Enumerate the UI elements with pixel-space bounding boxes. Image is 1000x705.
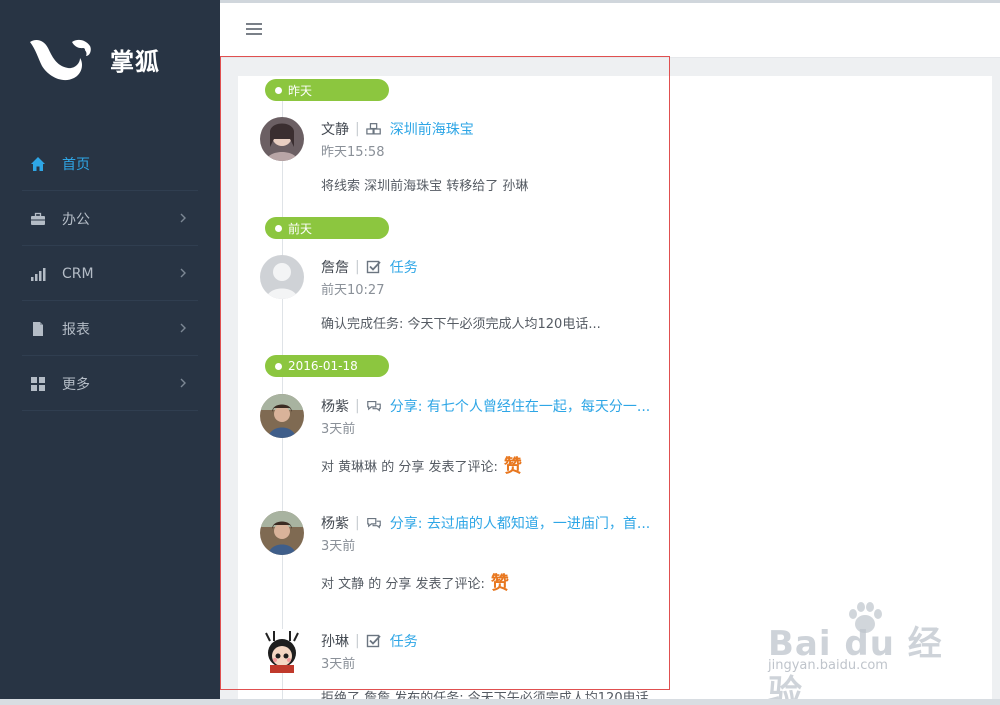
cubes-icon xyxy=(365,122,382,136)
avatar[interactable] xyxy=(260,117,304,161)
date-group-label: 昨天 xyxy=(265,79,389,101)
sidebar-nav: 首页 办公 CRM 报表 更多 xyxy=(0,136,220,411)
timeline-entry: 孙琳 | 任务 3天前 拒绝了 詹詹 发布的任务: 今天下午必须完成人均120电… xyxy=(260,629,680,699)
sidebar-item-label: 首页 xyxy=(62,156,90,173)
entry-description: 将线索 深圳前海珠宝 转移给了 孙琳 xyxy=(321,175,528,194)
sidebar-item-office[interactable]: 办公 xyxy=(0,191,220,246)
sidebar: 掌狐 首页 办公 CRM 报表 更多 xyxy=(0,0,220,705)
date-text: 2016-01-18 xyxy=(288,359,358,373)
user-name[interactable]: 杨紫 xyxy=(321,513,349,533)
avatar[interactable] xyxy=(260,255,304,299)
entry-header: 文静 | 深圳前海珠宝 xyxy=(321,119,474,139)
entry-time: 前天10:27 xyxy=(321,283,385,298)
entry-subject-link[interactable]: 任务 xyxy=(390,257,418,277)
user-name[interactable]: 詹詹 xyxy=(321,257,349,277)
watermark-url: jingyan.baidu.com xyxy=(768,658,888,673)
fox-logo-icon xyxy=(30,39,91,81)
entry-description: 拒绝了 詹詹 发布的任务: 今天下午必须完成人均120电话 xyxy=(321,687,649,699)
entry-description: 确认完成任务: 今天下午必须完成人均120电话... xyxy=(321,313,601,332)
avatar[interactable] xyxy=(260,394,304,438)
separator: | xyxy=(355,259,360,275)
entry-time: 3天前 xyxy=(321,422,356,437)
top-bar xyxy=(220,0,1000,58)
chevron-right-icon xyxy=(180,378,186,388)
chevron-right-icon xyxy=(180,213,186,223)
timeline-entry: 詹詹 | 任务 前天10:27 确认完成任务: 今天下午必须完成人均120电话.… xyxy=(260,255,680,335)
hamburger-icon[interactable] xyxy=(246,23,262,37)
entry-time: 3天前 xyxy=(321,657,356,672)
sidebar-item-home[interactable]: 首页 xyxy=(0,136,220,191)
sidebar-item-more[interactable]: 更多 xyxy=(0,356,220,411)
user-name[interactable]: 杨紫 xyxy=(321,396,349,416)
logo: 掌狐 xyxy=(28,34,160,84)
sidebar-item-crm[interactable]: CRM xyxy=(0,246,220,301)
entry-description-text: 对 黄琳琳 的 分享 发表了评论: xyxy=(321,459,498,475)
user-name[interactable]: 孙琳 xyxy=(321,631,349,651)
separator: | xyxy=(355,633,360,649)
report-icon xyxy=(30,321,46,337)
baidu-watermark: Bai du 经验 jingyan.baidu.com xyxy=(760,600,960,705)
grid-icon xyxy=(30,376,46,392)
date-group-label: 前天 xyxy=(265,217,389,239)
dot-icon xyxy=(275,86,282,94)
like-badge: 赞 xyxy=(490,573,509,594)
comments-icon xyxy=(366,516,382,530)
comments-icon xyxy=(366,399,382,413)
sidebar-item-label: CRM xyxy=(62,265,94,282)
separator: | xyxy=(355,398,360,414)
sidebar-item-label: 报表 xyxy=(62,321,90,338)
timeline-entry: 杨紫 | 分享: 去过庙的人都知道，一进庙门，首... 3天前 对 文静 的 分… xyxy=(260,511,680,601)
home-icon xyxy=(30,156,46,172)
sidebar-item-reports[interactable]: 报表 xyxy=(0,301,220,356)
entry-subject-link[interactable]: 分享: 有七个人曾经住在一起，每天分一... xyxy=(390,396,651,416)
entry-description-text: 对 文静 的 分享 发表了评论: xyxy=(321,576,485,592)
sidebar-item-label: 办公 xyxy=(62,211,90,228)
dot-icon xyxy=(275,224,282,232)
entry-header: 詹詹 | 任务 xyxy=(321,257,418,277)
chevron-right-icon xyxy=(180,268,186,278)
entry-time: 昨天15:58 xyxy=(321,145,385,160)
app-window: 掌狐 首页 办公 CRM 报表 更多 昨天 前天 2016-01-18 文静 |… xyxy=(0,0,1000,705)
entry-subject-link[interactable]: 分享: 去过庙的人都知道，一进庙门，首... xyxy=(390,513,651,533)
entry-subject-link[interactable]: 深圳前海珠宝 xyxy=(390,119,474,139)
checkbox-icon xyxy=(366,260,382,274)
like-badge: 赞 xyxy=(503,456,522,477)
separator: | xyxy=(355,515,360,531)
entry-description: 对 黄琳琳 的 分享 发表了评论: 赞 xyxy=(321,452,522,478)
taskbar-edge xyxy=(0,699,1000,705)
entry-header: 杨紫 | 分享: 去过庙的人都知道，一进庙门，首... xyxy=(321,513,650,533)
avatar[interactable] xyxy=(260,629,304,673)
entry-description: 对 文静 的 分享 发表了评论: 赞 xyxy=(321,569,509,595)
timeline-entry: 杨紫 | 分享: 有七个人曾经住在一起，每天分一... 3天前 对 黄琳琳 的 … xyxy=(260,394,680,484)
entry-header: 杨紫 | 分享: 有七个人曾经住在一起，每天分一... xyxy=(321,396,650,416)
chevron-right-icon xyxy=(180,323,186,333)
signal-bars-icon xyxy=(30,266,46,282)
date-text: 前天 xyxy=(288,221,313,236)
briefcase-icon xyxy=(30,211,46,227)
timeline-entry: 文静 | 深圳前海珠宝 昨天15:58 将线索 深圳前海珠宝 转移给了 孙琳 xyxy=(260,117,680,197)
avatar[interactable] xyxy=(260,511,304,555)
sidebar-item-label: 更多 xyxy=(62,376,90,393)
date-text: 昨天 xyxy=(288,83,313,98)
entry-description-text: 确认完成任务: 今天下午必须完成人均120电话... xyxy=(321,317,601,332)
dot-icon xyxy=(275,362,282,370)
entry-header: 孙琳 | 任务 xyxy=(321,631,418,651)
entry-description-text: 将线索 深圳前海珠宝 转移给了 孙琳 xyxy=(321,179,529,194)
brand-name: 掌狐 xyxy=(110,47,160,76)
checkbox-icon xyxy=(366,634,382,648)
entry-subject-link[interactable]: 任务 xyxy=(390,631,418,651)
user-name[interactable]: 文静 xyxy=(321,119,349,139)
date-group-label: 2016-01-18 xyxy=(265,355,389,377)
entry-time: 3天前 xyxy=(321,539,356,554)
separator: | xyxy=(355,121,360,137)
entry-description-text: 拒绝了 詹詹 发布的任务: 今天下午必须完成人均120电话 xyxy=(321,691,649,699)
